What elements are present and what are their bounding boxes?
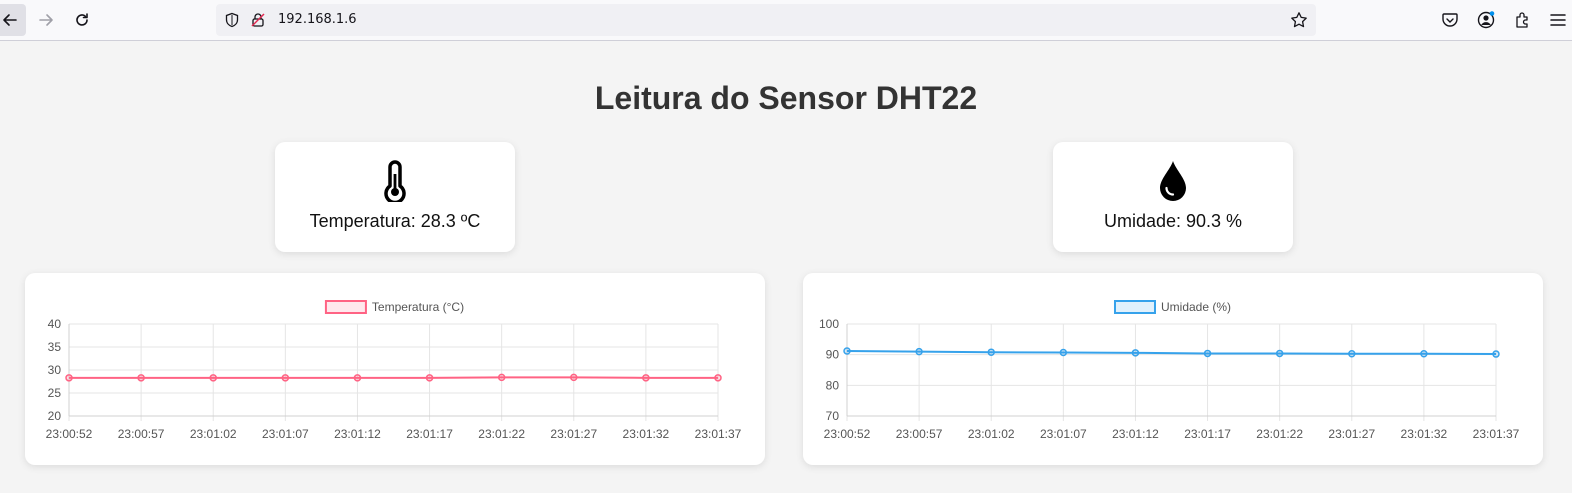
temperature-chart: Temperatura (°C) 20 25 30 35 40 23:00:52 23:00:… bbox=[46, 300, 742, 441]
data-point[interactable] bbox=[1492, 350, 1500, 358]
back-arrow-icon bbox=[3, 14, 17, 26]
x-tick-label: 23:00:52 bbox=[824, 427, 871, 441]
x-tick-label: 23:01:32 bbox=[1401, 427, 1448, 441]
x-tick-label: 23:01:37 bbox=[695, 427, 742, 441]
data-point[interactable] bbox=[497, 373, 506, 382]
data-point[interactable] bbox=[281, 374, 290, 382]
x-tick-label: 23:01:12 bbox=[1112, 427, 1159, 441]
y-tick-label: 40 bbox=[48, 317, 62, 331]
x-tick-label: 23:01:27 bbox=[1328, 427, 1375, 441]
forward-arrow-icon bbox=[39, 14, 53, 26]
data-point[interactable] bbox=[570, 373, 578, 382]
legend-swatch[interactable] bbox=[324, 300, 367, 314]
series-line bbox=[846, 349, 1497, 356]
data-point[interactable] bbox=[65, 374, 73, 382]
legend-swatch[interactable] bbox=[1113, 300, 1156, 314]
temperature-card: Temperatura: 28.3 ºC bbox=[275, 142, 515, 252]
pocket-icon[interactable] bbox=[1441, 11, 1459, 29]
url-text[interactable]: 192.168.1.6 bbox=[278, 12, 357, 27]
y-tick-label: 90 bbox=[826, 348, 840, 362]
insecure-lock-icon[interactable] bbox=[250, 12, 266, 28]
y-tick-label: 25 bbox=[48, 386, 62, 400]
data-point[interactable] bbox=[987, 348, 995, 356]
thermometer-icon bbox=[384, 160, 406, 202]
x-tick-label: 23:00:57 bbox=[896, 427, 943, 441]
temperature-reading: Temperatura: 28.3 ºC bbox=[309, 211, 481, 231]
extensions-icon[interactable] bbox=[1513, 11, 1531, 29]
x-tick-label: 23:00:57 bbox=[118, 427, 165, 441]
x-tick-label: 23:01:22 bbox=[1256, 427, 1303, 441]
url-bar[interactable]: 192.168.1.6 bbox=[216, 4, 1316, 36]
x-tick-label: 23:01:17 bbox=[406, 427, 453, 441]
x-tick-label: 23:01:22 bbox=[478, 427, 525, 441]
account-icon[interactable] bbox=[1477, 11, 1495, 29]
y-tick-label: 100 bbox=[819, 317, 839, 331]
legend-label: Umidade (%) bbox=[1161, 300, 1231, 314]
reload-icon bbox=[76, 13, 88, 26]
data-point[interactable] bbox=[209, 374, 217, 382]
data-point[interactable] bbox=[425, 374, 434, 382]
x-tick-label: 23:01:02 bbox=[968, 427, 1015, 441]
x-tick-label: 23:01:07 bbox=[262, 427, 309, 441]
forward-button[interactable] bbox=[30, 4, 62, 36]
humidity-chart-card: Umidade (%) 70 80 90 100 23:00:52 23:00:57 23:0… bbox=[803, 273, 1543, 465]
x-tick-label: 23:01:37 bbox=[1473, 427, 1520, 441]
x-tick-label: 23:01:02 bbox=[190, 427, 237, 441]
x-tick-label: 23:01:27 bbox=[550, 427, 597, 441]
data-point[interactable] bbox=[353, 374, 362, 382]
data-point[interactable] bbox=[137, 374, 145, 382]
menu-icon[interactable] bbox=[1549, 11, 1567, 29]
reload-button[interactable] bbox=[66, 4, 98, 36]
humidity-chart: Umidade (%) 70 80 90 100 23:00:52 23:00:57 23:0… bbox=[819, 300, 1520, 441]
data-point[interactable] bbox=[1203, 349, 1212, 358]
legend-label: Temperatura (°C) bbox=[372, 300, 464, 314]
back-button[interactable] bbox=[0, 4, 26, 36]
data-point[interactable] bbox=[642, 374, 650, 382]
y-tick-label: 30 bbox=[48, 363, 62, 377]
water-drop-icon bbox=[1160, 161, 1186, 201]
data-point[interactable] bbox=[714, 374, 722, 382]
y-tick-label: 20 bbox=[48, 409, 62, 423]
page-title: Leitura do Sensor DHT22 bbox=[594, 80, 978, 116]
data-point[interactable] bbox=[1131, 349, 1140, 357]
star-icon[interactable] bbox=[1290, 11, 1308, 29]
humidity-reading: Umidade: 90.3 % bbox=[1103, 211, 1243, 231]
data-point[interactable] bbox=[1275, 349, 1284, 358]
temperature-chart-card: Temperatura (°C) 20 25 30 35 40 23:00:52 23:00:… bbox=[25, 273, 765, 465]
y-tick-label: 70 bbox=[826, 409, 840, 423]
x-tick-label: 23:01:07 bbox=[1040, 427, 1087, 441]
data-point[interactable] bbox=[1348, 349, 1356, 358]
y-tick-label: 35 bbox=[48, 340, 62, 354]
browser-toolbar: 192.168.1.6 bbox=[0, 0, 1572, 41]
humidity-card: Umidade: 90.3 % bbox=[1053, 142, 1293, 252]
data-point[interactable] bbox=[843, 347, 851, 355]
x-tick-label: 23:01:12 bbox=[334, 427, 381, 441]
x-tick-label: 23:01:32 bbox=[623, 427, 670, 441]
y-tick-label: 80 bbox=[826, 378, 840, 392]
data-point[interactable] bbox=[1420, 349, 1428, 358]
data-point[interactable] bbox=[1059, 348, 1068, 357]
data-point[interactable] bbox=[915, 347, 923, 356]
x-tick-label: 23:01:17 bbox=[1184, 427, 1231, 441]
shield-icon[interactable] bbox=[224, 12, 240, 28]
x-tick-label: 23:00:52 bbox=[46, 427, 93, 441]
